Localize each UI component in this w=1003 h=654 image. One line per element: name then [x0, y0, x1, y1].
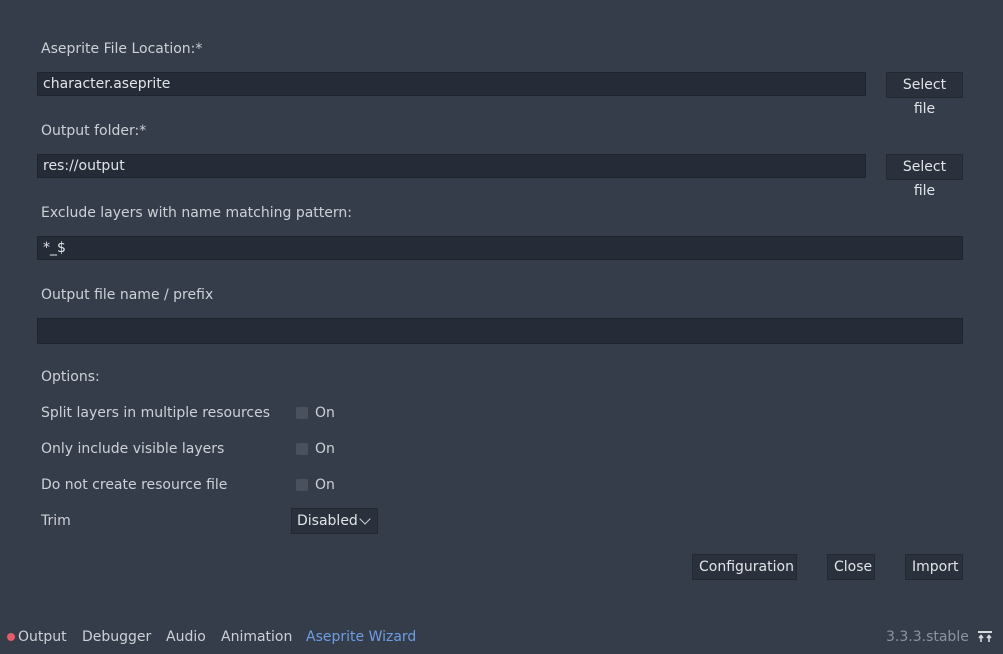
pin-panel-icon[interactable] — [977, 630, 993, 644]
tab-debugger[interactable]: Debugger — [82, 626, 151, 648]
split-layers-checkbox[interactable]: On — [296, 404, 335, 422]
exclude-pattern-label: Exclude layers with name matching patter… — [41, 205, 353, 221]
output-name-label: Output file name / prefix — [41, 287, 214, 303]
import-button[interactable]: Import — [905, 554, 963, 580]
no-resource-checkbox[interactable]: On — [296, 476, 335, 494]
tab-aseprite-wizard[interactable]: Aseprite Wizard — [306, 626, 416, 648]
output-folder-input[interactable] — [37, 154, 866, 178]
aseprite-wizard-panel: Aseprite File Location:* Select file Out… — [0, 0, 1003, 654]
visible-layers-checkbox[interactable]: On — [296, 440, 335, 458]
checkbox-on-text: On — [315, 405, 335, 421]
trim-label: Trim — [41, 513, 71, 529]
exclude-pattern-input[interactable] — [37, 236, 963, 260]
tab-animation[interactable]: Animation — [221, 626, 292, 648]
output-folder-label: Output folder:* — [41, 123, 147, 139]
close-button[interactable]: Close — [827, 554, 875, 580]
checkbox-box-icon — [296, 407, 308, 419]
chevron-down-icon — [359, 513, 371, 525]
select-file-button-output[interactable]: Select file — [886, 154, 963, 199]
tab-output[interactable]: Output — [18, 626, 67, 648]
configuration-button[interactable]: Configuration — [692, 554, 797, 580]
options-heading: Options: — [41, 369, 100, 385]
trim-select-value: Disabled — [297, 513, 358, 529]
select-file-button-location[interactable]: Select file — [886, 72, 963, 117]
version-label: 3.3.3.stable — [886, 629, 969, 645]
visible-layers-label: Only include visible layers — [41, 441, 225, 457]
output-name-input[interactable] — [37, 318, 963, 344]
checkbox-on-text: On — [315, 441, 335, 457]
split-layers-label: Split layers in multiple resources — [41, 405, 271, 421]
file-location-input[interactable] — [37, 72, 866, 96]
checkbox-box-icon — [296, 479, 308, 491]
checkbox-on-text: On — [315, 477, 335, 493]
bottom-panel-tabs: Output Debugger Audio Animation Aseprite… — [0, 626, 1003, 648]
no-resource-label: Do not create resource file — [41, 477, 228, 493]
checkbox-box-icon — [296, 443, 308, 455]
trim-select[interactable]: Disabled — [291, 508, 378, 534]
file-location-label: Aseprite File Location:* — [41, 41, 203, 57]
tab-audio[interactable]: Audio — [166, 626, 206, 648]
